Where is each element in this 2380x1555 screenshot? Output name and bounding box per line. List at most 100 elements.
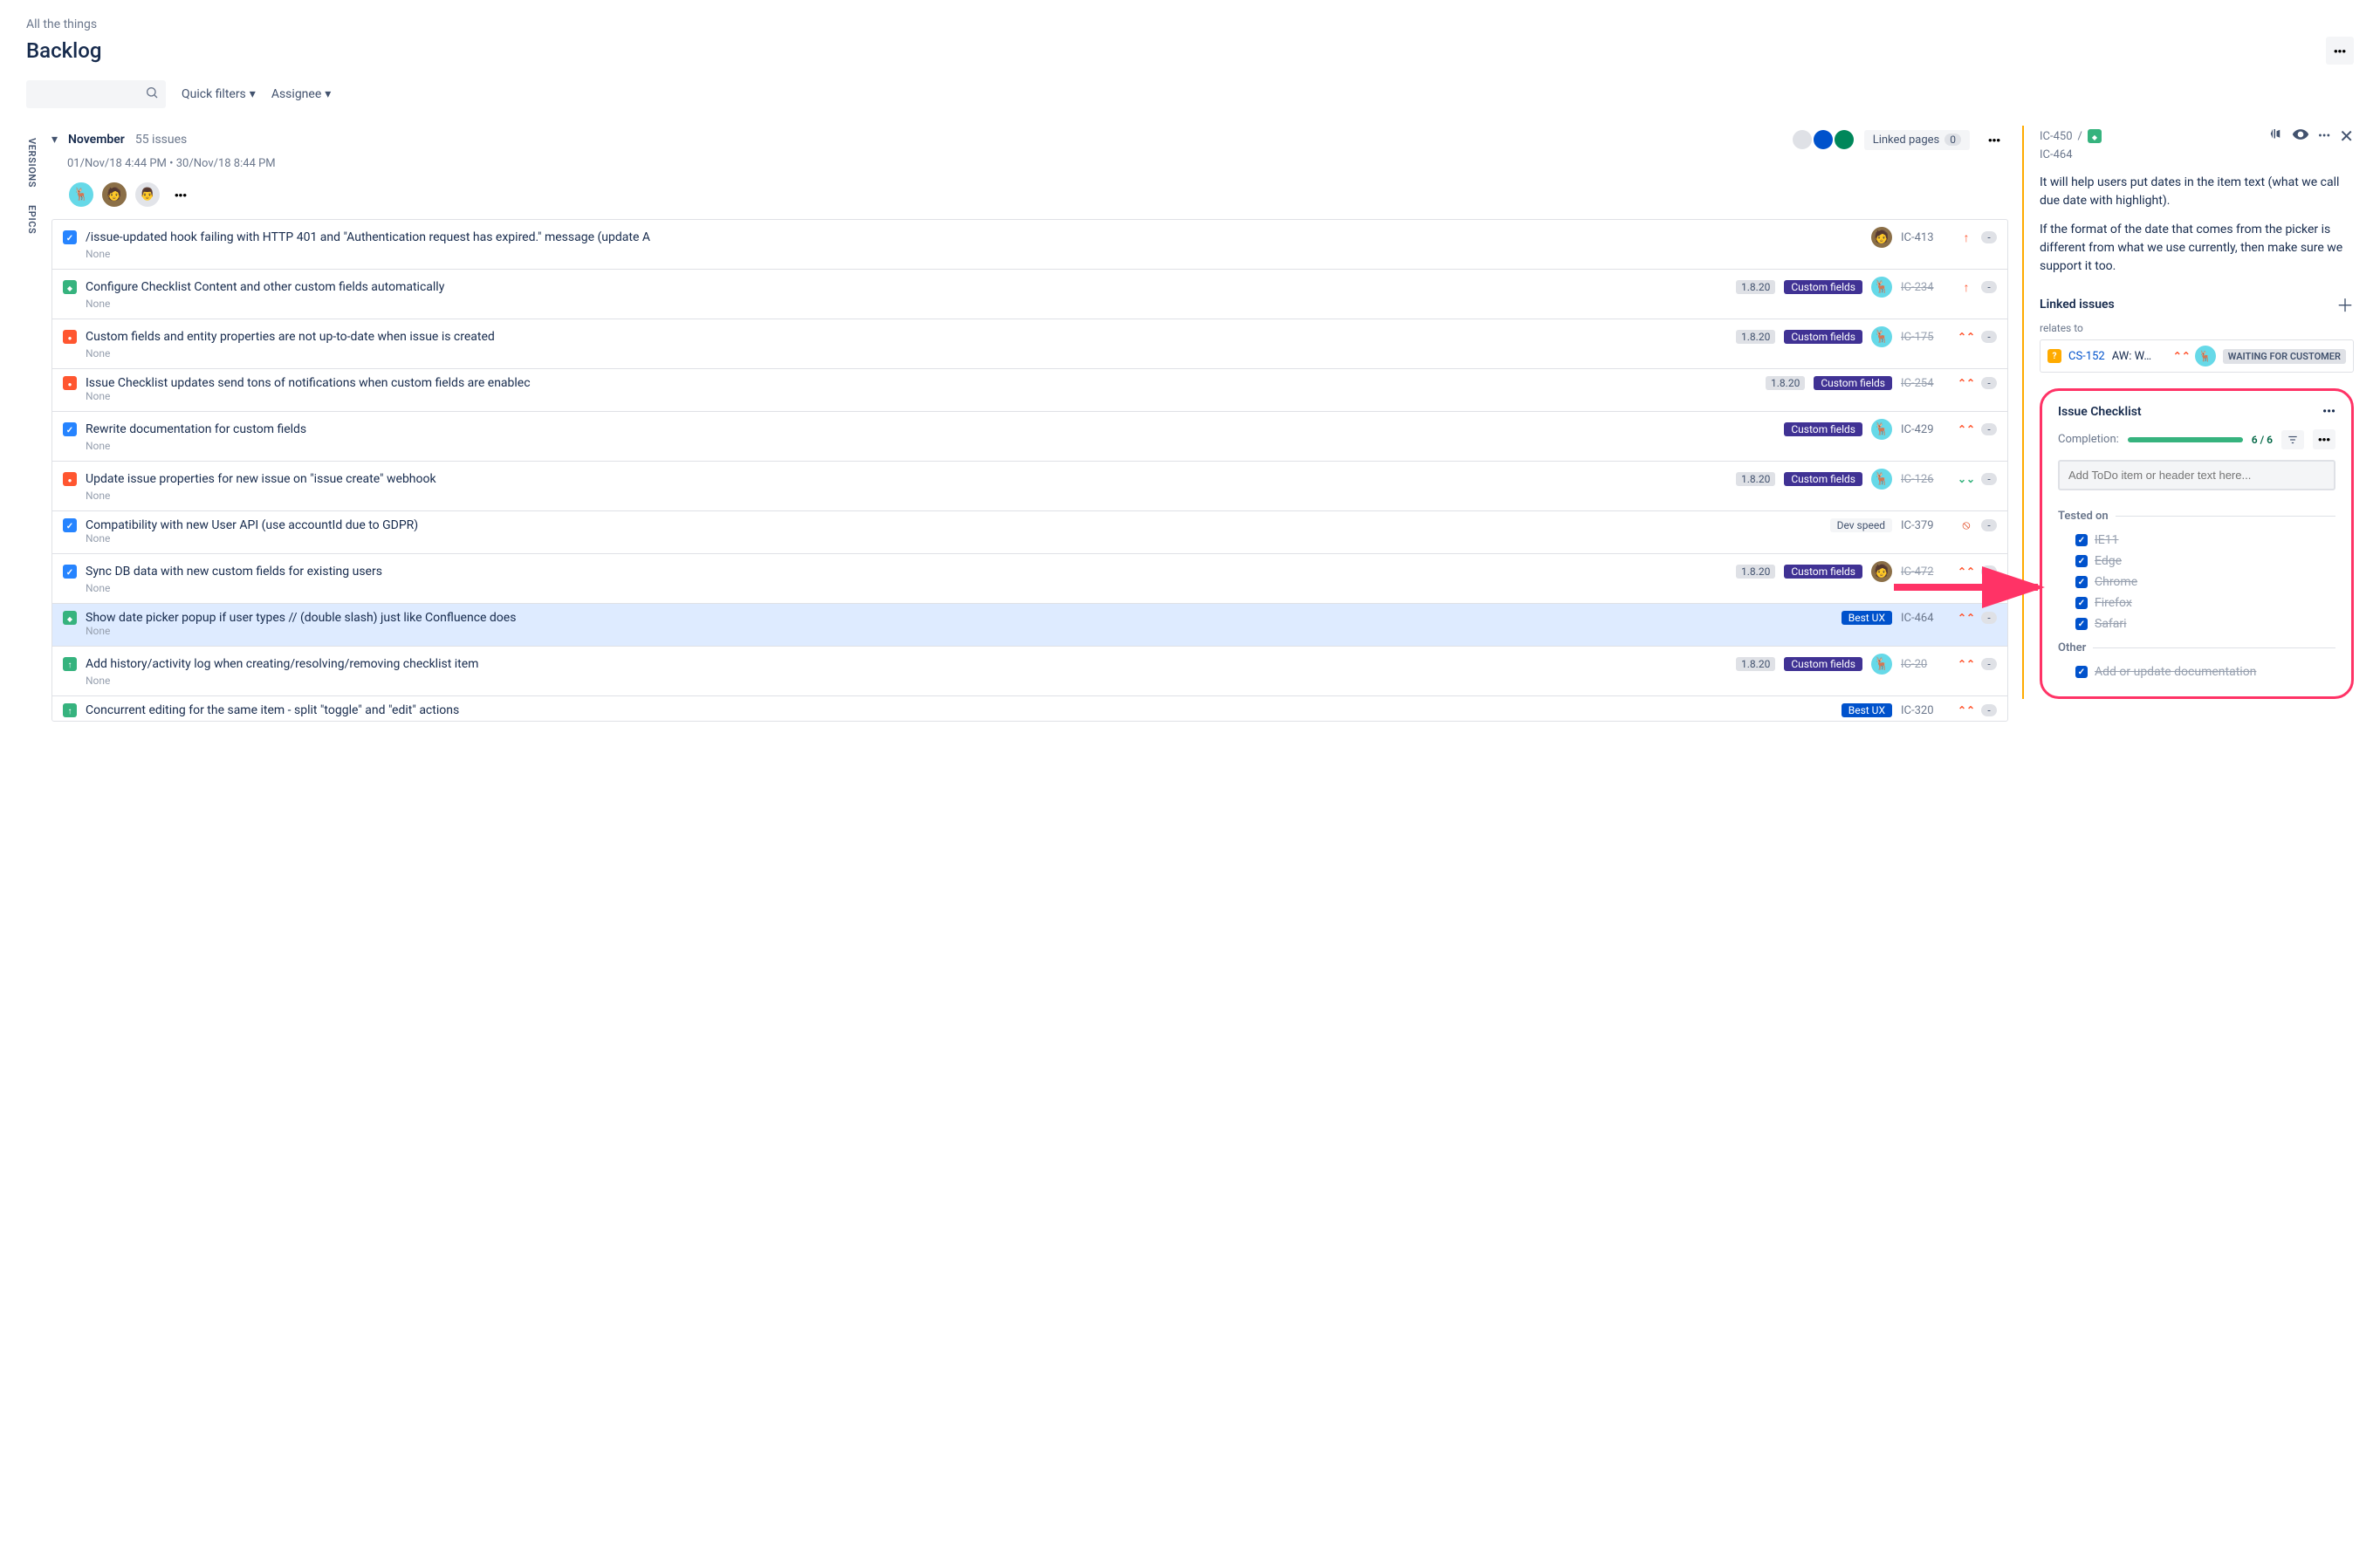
issue-row[interactable]: Sync DB data with new custom fields for … xyxy=(52,553,2007,603)
parent-issue-key[interactable]: IC-450 xyxy=(2040,130,2073,143)
checklist-item[interactable]: Firefox xyxy=(2058,593,2335,613)
issue-key[interactable]: IC-464 xyxy=(2040,148,2354,161)
issue-key[interactable]: IC-464 xyxy=(1901,612,1951,625)
epic-badge[interactable]: Dev speed xyxy=(1830,518,1892,532)
issue-key[interactable]: IC-254 xyxy=(1901,377,1951,390)
estimate-badge[interactable]: - xyxy=(1981,423,1997,435)
estimate-badge[interactable]: - xyxy=(1981,231,1997,243)
avatar[interactable]: 👨 xyxy=(134,181,161,209)
issue-key[interactable]: IC-429 xyxy=(1901,423,1951,436)
estimate-badge[interactable]: - xyxy=(1981,612,1997,624)
issue-key[interactable]: IC-234 xyxy=(1901,281,1951,294)
issue-row[interactable]: Issue Checklist updates send tons of not… xyxy=(52,368,2007,411)
issue-summary: Concurrent editing for the same item - s… xyxy=(86,703,1833,717)
checklist-actions-button[interactable]: ••• xyxy=(2313,429,2335,449)
checkbox-icon[interactable] xyxy=(2075,534,2088,546)
epic-badge[interactable]: Custom fields xyxy=(1784,280,1862,294)
priority-icon: ⌃⌃ xyxy=(1960,658,1972,670)
issue-row[interactable]: Concurrent editing for the same item - s… xyxy=(52,695,2007,721)
page-more-actions-button[interactable]: ••• xyxy=(2326,37,2354,65)
quick-filters-dropdown[interactable]: Quick filters ▾ xyxy=(182,87,256,101)
assignee-avatar[interactable]: 🧑 xyxy=(1871,561,1892,582)
avatar[interactable]: 🧑 xyxy=(100,181,128,209)
assignee-avatar[interactable]: 🦌 xyxy=(1871,419,1892,440)
epic-badge[interactable]: Custom fields xyxy=(1784,565,1862,579)
more-icon: ••• xyxy=(1988,134,2000,147)
issue-row[interactable]: Add history/activity log when creating/r… xyxy=(52,646,2007,695)
assignee-avatar[interactable]: 🦌 xyxy=(1871,469,1892,490)
checkbox-icon[interactable] xyxy=(2075,597,2088,609)
breadcrumb[interactable]: All the things xyxy=(26,17,2354,31)
issue-key[interactable]: IC-320 xyxy=(1901,704,1951,717)
checkbox-icon[interactable] xyxy=(2075,666,2088,678)
assignee-avatar[interactable]: 🦌 xyxy=(1871,277,1892,298)
version-badge: 1.8.20 xyxy=(1736,280,1775,294)
issue-key[interactable]: IC-379 xyxy=(1901,519,1951,532)
epic-badge[interactable]: Custom fields xyxy=(1784,657,1862,671)
assignee-avatar[interactable]: 🦌 xyxy=(1871,654,1892,675)
assignee-avatar[interactable]: 🦌 xyxy=(1871,326,1892,347)
issue-key[interactable]: IC-20 xyxy=(1901,658,1951,671)
detail-more-button[interactable]: ••• xyxy=(2318,129,2330,143)
checkbox-icon[interactable] xyxy=(2075,618,2088,630)
checklist-item[interactable]: IE11 xyxy=(2058,530,2335,551)
search-input[interactable] xyxy=(26,80,166,108)
add-todo-input[interactable] xyxy=(2058,460,2335,490)
checklist-more-button[interactable]: ••• xyxy=(2322,405,2335,419)
status-badge: WAITING FOR CUSTOMER xyxy=(2223,349,2346,364)
assignee-avatar[interactable]: 🧑 xyxy=(1871,227,1892,248)
issue-row[interactable]: Rewrite documentation for custom fieldsC… xyxy=(52,411,2007,461)
checklist-item[interactable]: Add or update documentation xyxy=(2058,661,2335,682)
bug-icon xyxy=(63,330,77,344)
feedback-icon[interactable] xyxy=(2267,127,2283,146)
issue-row[interactable]: Update issue properties for new issue on… xyxy=(52,461,2007,510)
story-icon xyxy=(63,280,77,294)
close-icon[interactable]: ✕ xyxy=(2339,126,2354,147)
estimate-badge[interactable]: - xyxy=(1981,281,1997,293)
checkbox-icon[interactable] xyxy=(2075,555,2088,567)
epic-badge[interactable]: Custom fields xyxy=(1814,376,1892,390)
issue-row[interactable]: Compatibility with new User API (use acc… xyxy=(52,510,2007,553)
issue-detail-panel: IC-450 / ••• ✕ IC-464 It will help users… xyxy=(2022,126,2354,699)
add-linked-issue-button[interactable]: ＋ xyxy=(2336,291,2354,317)
quick-filters-label: Quick filters xyxy=(182,87,246,101)
estimate-badge[interactable]: - xyxy=(1981,704,1997,716)
avatar-more-button[interactable]: ••• xyxy=(167,181,195,209)
estimate-badge[interactable]: - xyxy=(1981,377,1997,389)
issue-epic-none: None xyxy=(63,490,1997,507)
checklist-item-label: Add or update documentation xyxy=(2095,665,2256,679)
epic-badge[interactable]: Best UX xyxy=(1842,611,1892,625)
issue-key[interactable]: IC-413 xyxy=(1901,231,1951,244)
issue-row[interactable]: /issue-updated hook failing with HTTP 40… xyxy=(52,220,2007,269)
watch-icon[interactable] xyxy=(2292,126,2309,147)
epic-badge[interactable]: Custom fields xyxy=(1784,472,1862,486)
checklist-item[interactable]: Safari xyxy=(2058,613,2335,634)
bug-icon xyxy=(63,376,77,390)
issue-row[interactable]: Configure Checklist Content and other cu… xyxy=(52,269,2007,319)
checkbox-icon[interactable] xyxy=(2075,576,2088,588)
epics-rail[interactable]: EPICS xyxy=(26,205,38,234)
versions-rail[interactable]: VERSIONS xyxy=(26,138,38,188)
estimate-badge[interactable]: - xyxy=(1981,658,1997,670)
estimate-badge[interactable]: - xyxy=(1981,331,1997,343)
epic-badge[interactable]: Best UX xyxy=(1842,703,1892,717)
collapse-icon[interactable]: ▾ xyxy=(51,133,58,147)
issue-key[interactable]: IC-175 xyxy=(1901,331,1951,344)
linked-pages-button[interactable]: Linked pages 0 xyxy=(1864,130,1970,150)
epic-badge[interactable]: Custom fields xyxy=(1784,330,1862,344)
issue-row[interactable]: Custom fields and entity properties are … xyxy=(52,319,2007,368)
avatar[interactable]: 🦌 xyxy=(67,181,95,209)
checklist-item[interactable]: Edge xyxy=(2058,551,2335,572)
epic-badge[interactable]: Custom fields xyxy=(1784,422,1862,436)
issue-epic-none: None xyxy=(63,440,1997,457)
filter-checklist-button[interactable] xyxy=(2281,430,2304,449)
assignee-dropdown[interactable]: Assignee ▾ xyxy=(271,87,331,101)
issue-row[interactable]: Show date picker popup if user types // … xyxy=(52,603,2007,646)
estimate-badge[interactable]: - xyxy=(1981,519,1997,531)
issue-key[interactable]: IC-126 xyxy=(1901,473,1951,486)
linked-issue-card[interactable]: ? CS-152 AW: W… ⌃⌃ 🦌 WAITING FOR CUSTOME… xyxy=(2040,339,2354,373)
estimate-badge[interactable]: - xyxy=(1981,473,1997,485)
page-title: Backlog xyxy=(26,38,101,63)
sprint-more-actions-button[interactable]: ••• xyxy=(1980,126,2008,154)
checklist-item[interactable]: Chrome xyxy=(2058,572,2335,593)
